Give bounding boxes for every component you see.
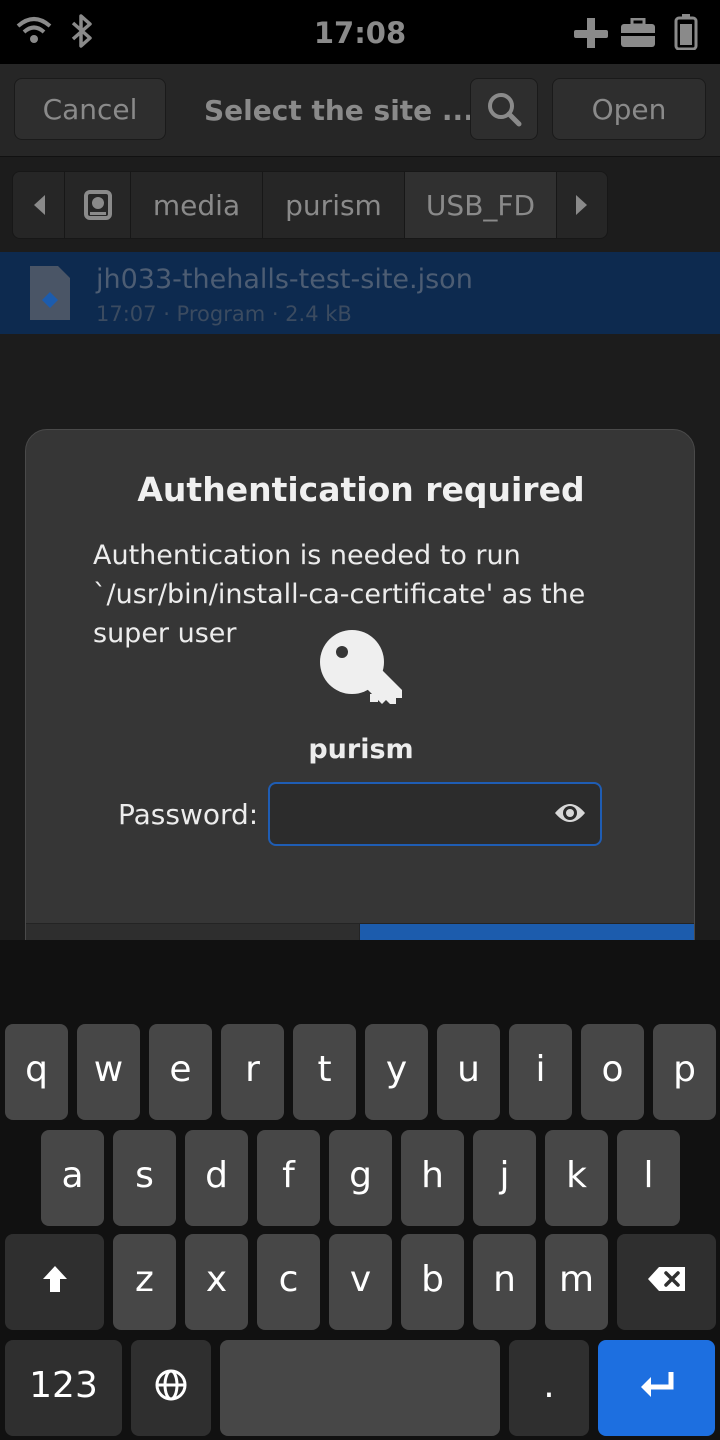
chooser-open-button[interactable]: Open <box>552 78 706 140</box>
key-icon <box>318 628 404 718</box>
path-segment-usb-fd[interactable]: USB_FD <box>405 172 557 238</box>
period-key[interactable]: . <box>509 1340 589 1436</box>
status-bar: 17:08 <box>0 0 720 64</box>
numbers-key[interactable]: 123 <box>5 1340 122 1436</box>
file-meta: 17:07 · Program · 2.4 kB <box>96 302 352 326</box>
key-i[interactable]: i <box>509 1024 572 1120</box>
enter-icon <box>640 1372 673 1397</box>
key-c[interactable]: c <box>257 1234 320 1330</box>
key-k[interactable]: k <box>545 1130 608 1226</box>
key-h[interactable]: h <box>401 1130 464 1226</box>
key-l[interactable]: l <box>617 1130 680 1226</box>
search-icon <box>488 93 522 127</box>
key-n[interactable]: n <box>473 1234 536 1330</box>
key-d[interactable]: d <box>185 1130 248 1226</box>
on-screen-keyboard: q w e r t y u i o p a s d f g h j k l z … <box>0 940 720 1440</box>
key-e[interactable]: e <box>149 1024 212 1120</box>
path-segment-purism[interactable]: purism <box>263 172 405 238</box>
globe-icon <box>155 1369 187 1401</box>
chooser-title: Select the site ... <box>204 94 474 127</box>
key-m[interactable]: m <box>545 1234 608 1330</box>
key-w[interactable]: w <box>77 1024 140 1120</box>
clock: 17:08 <box>313 16 407 50</box>
space-key[interactable] <box>220 1340 500 1436</box>
path-back-button[interactable] <box>13 172 65 238</box>
path-bar: media purism USB_FD <box>12 171 608 239</box>
modem-icon <box>574 18 608 52</box>
toolbox-icon <box>620 17 656 52</box>
battery-icon <box>674 14 698 54</box>
dialog-title: Authentication required <box>137 470 585 509</box>
password-label: Password: <box>118 798 259 831</box>
key-j[interactable]: j <box>473 1130 536 1226</box>
shift-icon <box>42 1266 67 1292</box>
backspace-icon <box>647 1267 685 1291</box>
key-x[interactable]: x <box>185 1234 248 1330</box>
chevron-right-icon <box>576 195 587 215</box>
chooser-cancel-button[interactable]: Cancel <box>14 78 166 140</box>
key-v[interactable]: v <box>329 1234 392 1330</box>
path-bar-area: media purism USB_FD <box>0 156 720 252</box>
key-s[interactable]: s <box>113 1130 176 1226</box>
file-chooser-headerbar: Cancel Select the site ... Open <box>0 64 720 156</box>
json-file-icon <box>26 264 72 326</box>
file-name: jh033-thehalls-test-site.json <box>96 264 473 295</box>
key-p[interactable]: p <box>653 1024 716 1120</box>
key-z[interactable]: z <box>113 1234 176 1330</box>
key-r[interactable]: r <box>221 1024 284 1120</box>
path-forward-button[interactable] <box>557 172 607 238</box>
show-password-icon[interactable] <box>554 800 586 830</box>
key-f[interactable]: f <box>257 1130 320 1226</box>
password-field[interactable] <box>268 782 602 846</box>
key-y[interactable]: y <box>365 1024 428 1120</box>
drive-icon <box>83 190 112 220</box>
chevron-left-icon <box>33 195 45 215</box>
shift-key[interactable] <box>5 1234 104 1330</box>
search-button[interactable] <box>470 78 538 140</box>
key-g[interactable]: g <box>329 1130 392 1226</box>
enter-key[interactable] <box>598 1340 715 1436</box>
authentication-dialog: Authentication required Authentication i… <box>25 429 695 1011</box>
backspace-key[interactable] <box>617 1234 716 1330</box>
key-u[interactable]: u <box>437 1024 500 1120</box>
dialog-username: purism <box>308 734 414 765</box>
language-key[interactable] <box>131 1340 211 1436</box>
key-q[interactable]: q <box>5 1024 68 1120</box>
path-segment-media[interactable]: media <box>131 172 263 238</box>
password-input[interactable] <box>270 784 540 844</box>
key-a[interactable]: a <box>41 1130 104 1226</box>
path-segment-drive[interactable] <box>65 172 131 238</box>
key-o[interactable]: o <box>581 1024 644 1120</box>
key-t[interactable]: t <box>293 1024 356 1120</box>
key-b[interactable]: b <box>401 1234 464 1330</box>
file-row[interactable]: jh033-thehalls-test-site.json 17:07 · Pr… <box>0 252 720 334</box>
